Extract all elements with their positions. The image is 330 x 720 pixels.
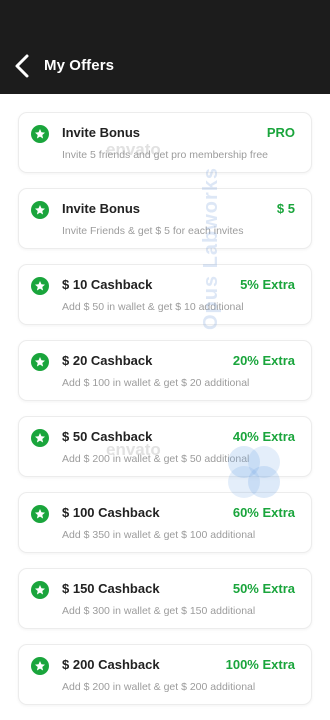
offer-card[interactable]: $ 20 Cashback 20% Extra Add $ 100 in wal… xyxy=(18,340,312,401)
star-icon xyxy=(31,505,49,523)
page-title: My Offers xyxy=(44,57,115,74)
offer-badge: PRO xyxy=(266,125,295,140)
offer-title: $ 20 Cashback xyxy=(62,353,153,368)
offer-description: Invite 5 friends and get pro membership … xyxy=(62,149,269,161)
offers-list: Invite Bonus PRO Invite 5 friends and ge… xyxy=(18,112,312,720)
star-icon xyxy=(31,429,49,447)
offer-description: Add $ 300 in wallet & get $ 150 addition… xyxy=(62,605,256,617)
offer-title: $ 150 Cashback xyxy=(62,581,160,596)
star-icon xyxy=(31,201,49,219)
offer-badge: 50% Extra xyxy=(232,581,295,596)
offer-badge: 20% Extra xyxy=(232,353,295,368)
app-header: My Offers xyxy=(0,0,330,94)
offer-card[interactable]: $ 10 Cashback 5% Extra Add $ 50 in walle… xyxy=(18,264,312,325)
offer-title: $ 100 Cashback xyxy=(62,505,160,520)
offer-description: Add $ 200 in wallet & get $ 200 addition… xyxy=(62,681,256,693)
offer-title: Invite Bonus xyxy=(62,125,141,140)
author-logo-icon xyxy=(228,446,280,498)
offer-title: $ 200 Cashback xyxy=(62,657,160,672)
offer-card[interactable]: $ 150 Cashback 50% Extra Add $ 300 in wa… xyxy=(18,568,312,629)
envato-watermark: envato xyxy=(106,440,161,459)
star-icon xyxy=(31,581,49,599)
offer-card[interactable]: $ 200 Cashback 100% Extra Add $ 200 in w… xyxy=(18,644,312,705)
offer-title: Invite Bonus xyxy=(62,201,141,216)
offer-card[interactable]: Invite Bonus PRO Invite 5 friends and ge… xyxy=(18,112,312,173)
offer-badge: 5% Extra xyxy=(240,277,295,292)
star-icon xyxy=(31,125,49,143)
offer-badge: 60% Extra xyxy=(232,505,295,520)
offer-title: $ 10 Cashback xyxy=(62,277,153,292)
envato-watermark: envato xyxy=(106,140,161,159)
author-watermark: Opus Labworks xyxy=(200,166,222,330)
offer-description: Add $ 100 in wallet & get $ 20 additiona… xyxy=(62,377,250,389)
offer-card[interactable]: Invite Bonus $ 5 Invite Friends & get $ … xyxy=(18,188,312,249)
offer-description: Add $ 350 in wallet & get $ 100 addition… xyxy=(62,529,256,541)
star-icon xyxy=(31,657,49,675)
back-button[interactable] xyxy=(10,52,36,80)
chevron-left-icon xyxy=(15,54,29,78)
star-icon xyxy=(31,277,49,295)
star-icon xyxy=(31,353,49,371)
offer-badge: $ 5 xyxy=(276,201,295,216)
offer-badge: 100% Extra xyxy=(225,657,295,672)
